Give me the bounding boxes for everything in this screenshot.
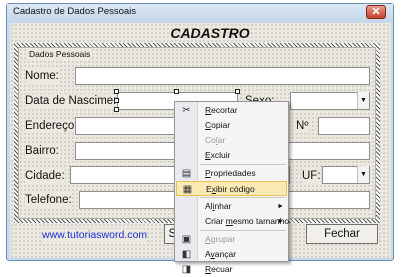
- form-heading: CADASTRO: [170, 25, 250, 41]
- context-menu-item-colar[interactable]: Colar: [176, 133, 287, 148]
- properties-icon: ▤: [181, 168, 192, 179]
- resize-handle-sw[interactable]: [114, 107, 119, 112]
- scissors-icon: ✂: [182, 105, 191, 116]
- label-bairro: Bairro:: [25, 144, 59, 158]
- context-menu-separator: [200, 230, 286, 231]
- label-numero: Nº: [296, 119, 309, 133]
- context-menu-item-label: Avançar: [205, 249, 237, 259]
- context-menu-separator: [200, 197, 286, 198]
- label-endereco: Endereço:: [25, 119, 78, 133]
- delete-icon: [180, 149, 193, 162]
- copy-icon: [180, 119, 193, 132]
- frame-caption: Dados Pessoais: [27, 49, 93, 60]
- context-menu-item-avancar[interactable]: ◧ Avançar: [176, 247, 287, 262]
- context-menu-item-label: Copiar: [205, 120, 231, 130]
- context-menu-item-copiar[interactable]: Copiar: [176, 118, 287, 133]
- sexo-dropdown-arrow-icon[interactable]: ▼: [357, 92, 369, 109]
- context-menu-item-alinhar[interactable]: Alinhar ►: [176, 199, 287, 214]
- context-menu-item-label: Alinhar: [205, 201, 232, 211]
- resize-handle-ne[interactable]: [235, 89, 240, 94]
- close-button[interactable]: ✕: [366, 5, 386, 19]
- label-nome: Nome:: [25, 69, 59, 83]
- group-icon: ▣: [181, 234, 192, 245]
- label-telefone: Telefone:: [25, 193, 72, 207]
- context-menu-item-propriedades[interactable]: ▤ Propriedades: [176, 166, 287, 181]
- context-menu-item-recuar[interactable]: ◨ Recuar: [176, 262, 287, 277]
- paste-icon: [180, 134, 193, 147]
- label-uf: UF:: [302, 169, 321, 183]
- window-title: Cadastro de Dados Pessoais: [13, 6, 137, 17]
- context-menu-item-label: Colar: [205, 135, 226, 145]
- context-menu-item-exibir-codigo[interactable]: ▦ Exibir código: [176, 181, 287, 196]
- context-menu-item-excluir[interactable]: Excluir: [176, 148, 287, 163]
- context-menu-item-label: Agrupar: [205, 234, 236, 244]
- context-menu-item-recortar[interactable]: ✂ Recortar: [176, 103, 287, 118]
- context-menu-item-label: Propriedades: [205, 168, 256, 178]
- uf-dropdown-arrow-icon[interactable]: ▼: [357, 166, 369, 183]
- website-label: www.tutoriasword.com: [42, 229, 148, 242]
- resize-handle-nw[interactable]: [114, 89, 119, 94]
- submenu-arrow-icon: ►: [277, 203, 284, 210]
- context-menu-item-criar-mesmo-tamanho[interactable]: Criar mesmo tamanho ►: [176, 214, 289, 229]
- resize-handle-n[interactable]: [174, 89, 179, 94]
- fechar-button[interactable]: Fechar: [306, 224, 378, 244]
- label-cidade: Cidade:: [25, 169, 65, 183]
- numero-textbox[interactable]: [318, 117, 370, 135]
- nome-textbox[interactable]: [75, 67, 370, 85]
- context-menu-item-label: Recuar: [205, 264, 233, 274]
- submenu-arrow-icon: ►: [277, 218, 284, 225]
- context-menu-separator: [200, 164, 286, 165]
- bring-forward-icon: ◧: [181, 249, 192, 260]
- context-menu-item-label: Excluir: [205, 150, 231, 160]
- context-menu-item-agrupar[interactable]: ▣ Agrupar: [176, 232, 287, 247]
- context-menu-item-label: Exibir código: [206, 184, 255, 194]
- context-menu-item-label: Recortar: [205, 105, 238, 115]
- send-backward-icon: ◨: [181, 264, 192, 275]
- resize-handle-w[interactable]: [114, 98, 119, 103]
- view-code-icon: ▦: [182, 184, 193, 195]
